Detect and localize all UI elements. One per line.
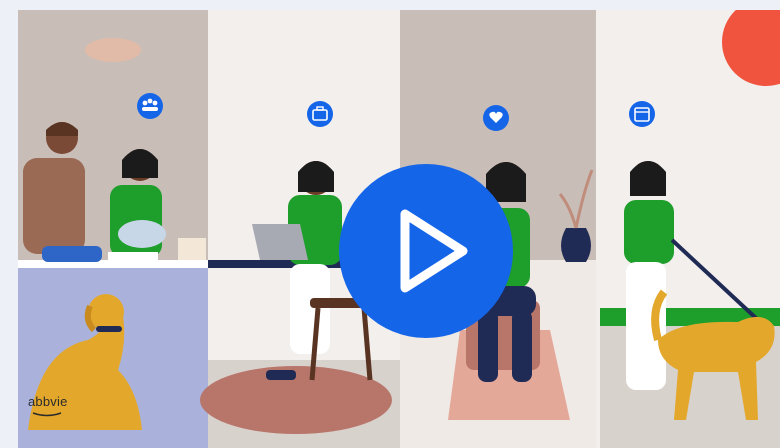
brand-logo: abbvie	[28, 394, 68, 409]
video-player[interactable]: abbvie	[18, 10, 780, 448]
page-background: abbvie	[0, 0, 780, 448]
panel-calendar	[596, 10, 780, 448]
heart-hands-icon	[483, 105, 509, 131]
play-button[interactable]	[339, 164, 513, 338]
calendar-icon	[629, 101, 655, 127]
panel-family	[18, 10, 208, 448]
briefcase-icon	[307, 101, 333, 127]
people-icon	[137, 93, 163, 119]
brand-swoosh-icon	[32, 412, 62, 417]
play-icon	[400, 209, 468, 293]
